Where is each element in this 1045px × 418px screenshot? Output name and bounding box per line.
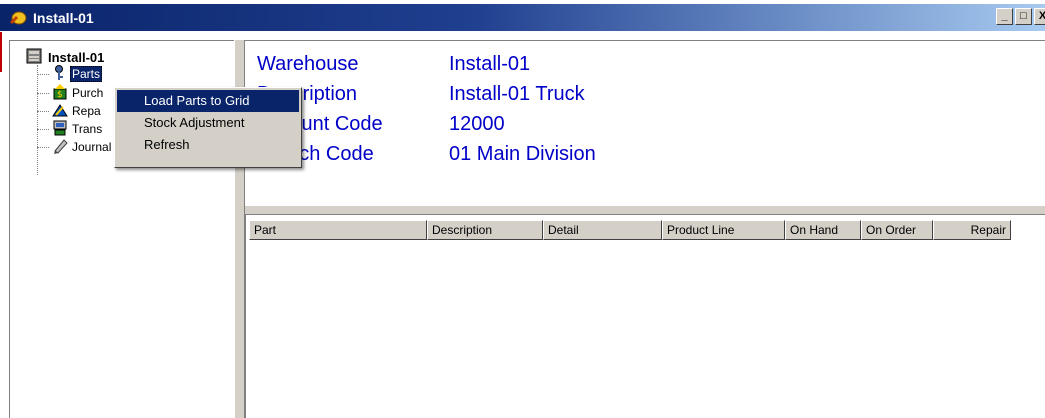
maximize-button[interactable]: □ (1015, 8, 1032, 25)
tree-item-label: Purch (72, 86, 104, 100)
tree-item-transfer[interactable]: Trans (37, 120, 102, 138)
tree-connector (37, 128, 49, 130)
warehouse-info-panel: Warehouse Install-01 Description Install… (245, 40, 1045, 205)
tree-item-journal[interactable]: Journal (37, 138, 111, 156)
window-title: Install-01 (33, 10, 94, 26)
key-icon (52, 64, 66, 84)
tree-connector (37, 92, 49, 94)
tree-item-label: Journal (72, 140, 112, 154)
menu-item-refresh[interactable]: Refresh (115, 134, 301, 156)
column-header-product-line[interactable]: Product Line (662, 220, 785, 240)
tree-root-label: Install-01 (48, 50, 105, 65)
purchase-icon: $ (52, 83, 68, 103)
tree-connector (37, 146, 49, 148)
warehouse-value: Install-01 (449, 53, 531, 75)
window-controls: _ □ X (996, 8, 1045, 25)
close-button[interactable]: X (1034, 8, 1045, 25)
description-value: Install-01 Truck (449, 83, 585, 105)
warehouse-row: Warehouse Install-01 (257, 53, 530, 76)
branch-code-value: 01 Main Division (449, 143, 596, 165)
context-menu: Load Parts to Grid Stock Adjustment Refr… (114, 87, 302, 168)
column-header-description[interactable]: Description (427, 220, 543, 240)
tree-item-purchase[interactable]: $ Purch (37, 83, 104, 103)
tree-item-parts[interactable]: Parts (37, 64, 103, 84)
window-edge-marker (0, 32, 2, 72)
menu-item-stock-adjustment[interactable]: Stock Adjustment (115, 112, 301, 134)
journal-icon (52, 138, 68, 157)
column-header-on-order[interactable]: On Order (861, 220, 933, 240)
horizontal-splitter[interactable] (245, 205, 1045, 215)
svg-text:$: $ (57, 90, 63, 100)
menu-item-load-parts-to-grid[interactable]: Load Parts to Grid (117, 90, 299, 112)
parts-grid[interactable]: Part Description Detail Product Line On … (245, 215, 1045, 418)
tree-connector (37, 110, 49, 112)
account-code-value: 12000 (449, 113, 505, 135)
column-header-detail[interactable]: Detail (543, 220, 662, 240)
tree-item-label: Trans (72, 122, 103, 136)
minimize-button[interactable]: _ (996, 8, 1013, 25)
repair-icon (52, 102, 68, 121)
tree-item-repair[interactable]: Repa (37, 102, 101, 120)
tree-connector (37, 73, 49, 75)
window-titlebar[interactable]: Install-01 _ □ X (0, 4, 1045, 31)
column-header-on-hand[interactable]: On Hand (785, 220, 861, 240)
warehouse-label: Warehouse (257, 53, 359, 75)
column-header-part[interactable]: Part (249, 220, 427, 240)
app-icon[interactable] (8, 9, 28, 30)
branch-code-row: Branch Code 01 Main Division (257, 143, 596, 166)
grid-header: Part Description Detail Product Line On … (249, 220, 1011, 240)
description-row: Description Install-01 Truck (257, 83, 585, 106)
tree-item-label: Repa (72, 104, 101, 118)
column-header-repair[interactable]: Repair (933, 220, 1011, 240)
transfer-icon (52, 120, 68, 139)
tree-item-label: Parts (70, 66, 103, 82)
